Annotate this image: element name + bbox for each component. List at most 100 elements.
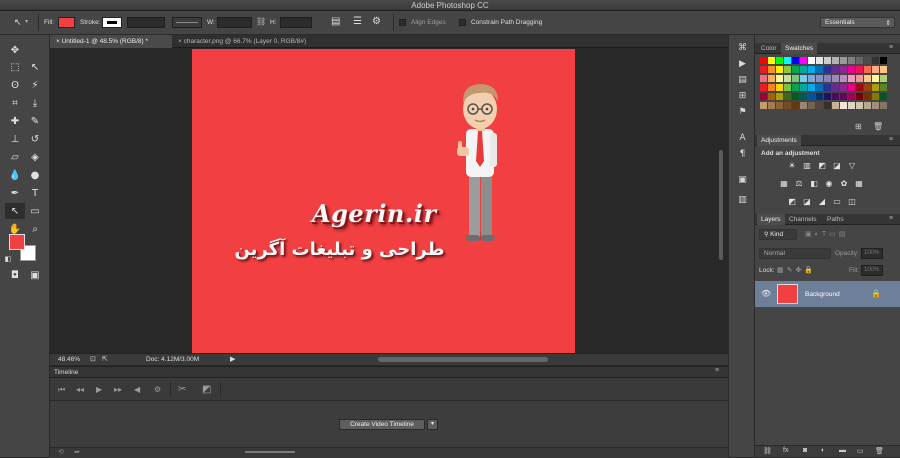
layer-comps-icon[interactable]: ▣ xyxy=(736,175,749,187)
swatch[interactable] xyxy=(768,57,775,64)
swatch[interactable] xyxy=(872,84,879,91)
swatch[interactable] xyxy=(824,102,831,109)
path-selection-icon[interactable]: ↖ xyxy=(14,17,22,28)
swatch[interactable] xyxy=(792,102,799,109)
fill-field[interactable]: 100% xyxy=(861,265,883,276)
delete-layer-icon[interactable]: 🗑 xyxy=(875,447,884,455)
status-icon[interactable]: ⊡ xyxy=(90,355,96,363)
swatch[interactable] xyxy=(840,93,847,100)
invert-icon[interactable]: ◩ xyxy=(787,196,797,206)
swatch[interactable] xyxy=(864,66,871,73)
black-white-icon[interactable]: ◧ xyxy=(809,178,819,188)
swatch[interactable] xyxy=(800,66,807,73)
split-scissors-icon[interactable]: ✂ xyxy=(178,384,186,395)
path-operations-icon[interactable]: ▤ xyxy=(331,16,340,27)
swatch[interactable] xyxy=(768,93,775,100)
tab-untitled-1[interactable]: × Untitled-1 @ 48.5% (RGB/8) * xyxy=(50,35,172,48)
swatch[interactable] xyxy=(792,93,799,100)
swatch[interactable] xyxy=(816,102,823,109)
constrain-path-checkbox[interactable] xyxy=(459,19,466,26)
actions-icon[interactable]: ▶ xyxy=(736,59,749,71)
swatch[interactable] xyxy=(784,75,791,82)
color-lookup-icon[interactable]: ▦ xyxy=(854,178,864,188)
swatch[interactable] xyxy=(808,84,815,91)
swatch[interactable] xyxy=(840,84,847,91)
foreground-color-swatch[interactable] xyxy=(9,234,25,250)
swatch[interactable] xyxy=(808,75,815,82)
healing-brush-icon[interactable]: ✚ xyxy=(5,113,25,129)
swatch[interactable] xyxy=(840,102,847,109)
close-tab-icon[interactable]: × xyxy=(56,38,60,45)
swatch[interactable] xyxy=(856,75,863,82)
swatch[interactable] xyxy=(848,57,855,64)
swatch[interactable] xyxy=(848,84,855,91)
layer-filter-icons[interactable]: ▣◐T▭▤ xyxy=(805,230,848,238)
swatch[interactable] xyxy=(792,57,799,64)
character-icon[interactable]: A xyxy=(736,133,749,145)
swatch[interactable] xyxy=(864,84,871,91)
link-layers-icon[interactable]: ⛓ xyxy=(763,447,772,455)
notes-icon[interactable]: ▥ xyxy=(736,195,749,207)
paragraph-icon[interactable]: ¶ xyxy=(736,149,749,161)
swatch[interactable] xyxy=(792,66,799,73)
panel-menu-icon[interactable]: ≡ xyxy=(715,367,719,374)
shape-tool-icon[interactable]: ▭ xyxy=(25,203,45,219)
swatch[interactable] xyxy=(776,84,783,91)
stroke-width-field[interactable] xyxy=(127,17,165,28)
lock-icons[interactable]: ▦✎✥🔒 xyxy=(777,266,816,274)
swatch[interactable] xyxy=(808,102,815,109)
magic-wand-icon[interactable]: ⚡ xyxy=(25,77,45,93)
tab-adjustments[interactable]: Adjustments xyxy=(757,135,801,146)
swatch[interactable] xyxy=(768,75,775,82)
screen-mode-icon[interactable]: ▣ xyxy=(25,267,45,283)
visibility-eye-icon[interactable]: 👁 xyxy=(761,289,771,298)
swatch[interactable] xyxy=(880,93,887,100)
selective-color-icon[interactable]: ◫ xyxy=(847,196,857,206)
swatch[interactable] xyxy=(808,66,815,73)
move-arrow-icon[interactable]: ↖ xyxy=(25,59,45,75)
brightness-contrast-icon[interactable]: ☀ xyxy=(787,160,797,170)
add-mask-icon[interactable]: ◙ xyxy=(803,447,807,454)
type-tool-icon[interactable]: T xyxy=(25,185,45,201)
swatch[interactable] xyxy=(776,93,783,100)
swatch[interactable] xyxy=(776,66,783,73)
color-balance-icon[interactable]: ⚖ xyxy=(794,178,804,188)
status-menu-arrow-icon[interactable]: ▶ xyxy=(230,355,235,363)
levels-icon[interactable]: ▥ xyxy=(802,160,812,170)
convert-frame-icon[interactable]: ⟲ xyxy=(58,448,64,456)
layer-name[interactable]: Background xyxy=(805,291,840,298)
channel-mixer-icon[interactable]: ✿ xyxy=(839,178,849,188)
tab-layers[interactable]: Layers xyxy=(757,214,785,225)
tab-channels[interactable]: Channels xyxy=(785,214,820,225)
close-tab-icon[interactable]: × xyxy=(178,38,182,45)
swatch[interactable] xyxy=(816,93,823,100)
swatch[interactable] xyxy=(856,57,863,64)
curves-icon[interactable]: ◩ xyxy=(817,160,827,170)
swatch[interactable] xyxy=(800,102,807,109)
swatch[interactable] xyxy=(832,57,839,64)
brush-presets-icon[interactable]: ⚑ xyxy=(736,107,749,119)
history-icon[interactable]: ⌘ xyxy=(736,43,749,55)
create-video-timeline-button[interactable]: Create Video Timeline xyxy=(339,419,425,430)
swatch[interactable] xyxy=(760,75,767,82)
delete-swatch-icon[interactable]: 🗑 xyxy=(873,122,883,131)
brush-tool-icon[interactable]: ✎ xyxy=(25,113,45,129)
blend-mode-dropdown[interactable]: Normal xyxy=(759,248,831,259)
swatch[interactable] xyxy=(760,93,767,100)
swatch[interactable] xyxy=(832,84,839,91)
canvas[interactable]: Agerin.ir طراحی و تبلیغات آگرین xyxy=(192,49,575,354)
previous-frame-icon[interactable]: ◂◂ xyxy=(76,385,84,394)
swatch[interactable] xyxy=(848,93,855,100)
swatch[interactable] xyxy=(760,102,767,109)
swatch[interactable] xyxy=(760,57,767,64)
swatch[interactable] xyxy=(776,75,783,82)
swatch[interactable] xyxy=(864,102,871,109)
paint-bucket-icon[interactable]: ◈ xyxy=(25,149,45,165)
gradient-map-icon[interactable]: ▭ xyxy=(832,196,842,206)
swatch[interactable] xyxy=(848,75,855,82)
swatch[interactable] xyxy=(800,75,807,82)
swatch[interactable] xyxy=(776,57,783,64)
swatch[interactable] xyxy=(840,57,847,64)
fx-icon[interactable]: fx xyxy=(783,447,788,454)
zoom-tool-icon[interactable]: ⌕ xyxy=(25,221,45,237)
